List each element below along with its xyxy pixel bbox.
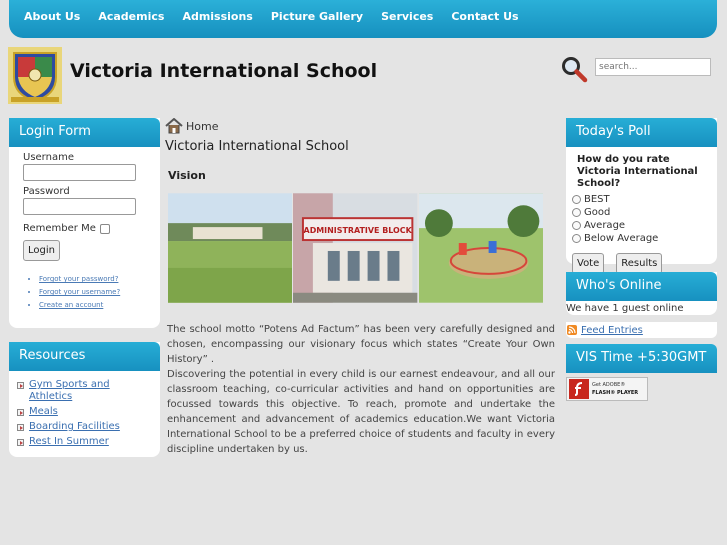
administrative-block-sign: ADMINISTRATIVE BLOCK	[304, 226, 413, 235]
rss-icon	[567, 325, 577, 335]
nav-academics[interactable]: Academics	[89, 0, 173, 33]
feed-entries[interactable]: Feed Entries	[566, 322, 717, 338]
administrative-block-photo: ADMINISTRATIVE BLOCK	[293, 193, 418, 303]
nav-picture-gallery[interactable]: Picture Gallery	[262, 0, 372, 33]
bullet-icon	[17, 409, 24, 416]
resource-link-gym[interactable]: Gym Sports and Athletics	[17, 379, 160, 403]
vision-heading: Vision	[168, 169, 206, 182]
flash-player-badge[interactable]: Get ADOBE® FLASH® PLAYER	[566, 377, 648, 401]
poll-option-average[interactable]: Average	[566, 219, 717, 232]
site-title: Victoria International School	[70, 60, 378, 82]
login-form-heading: Login Form	[9, 118, 160, 147]
home-icon[interactable]	[165, 118, 183, 134]
breadcrumb-home[interactable]: Home	[186, 120, 218, 133]
flash-line-1: Get ADOBE®	[592, 382, 626, 388]
radio-button[interactable]	[572, 221, 581, 230]
poll-option-below-average[interactable]: Below Average	[566, 232, 717, 245]
poll-option-best[interactable]: BEST	[566, 193, 717, 206]
guest-count-text: We have 1 guest online	[566, 303, 684, 314]
nav-contact-us[interactable]: Contact Us	[442, 0, 527, 33]
vision-paragraph-2: Discovering the potential in every child…	[167, 369, 555, 455]
radio-button[interactable]	[572, 195, 581, 204]
password-field[interactable]	[23, 198, 136, 215]
poll-heading: Today's Poll	[566, 118, 717, 147]
bullet-icon	[17, 424, 24, 431]
school-crest-logo[interactable]	[8, 47, 62, 104]
resource-link-summer[interactable]: Rest In Summer	[17, 436, 160, 448]
flash-line-2: FLASH® PLAYER	[592, 390, 639, 396]
username-label: Username	[23, 152, 74, 163]
vis-time-module: VIS Time +5:30GMT Get ADOBE® FLASH® PLAY…	[566, 344, 717, 402]
photo-gallery: ADMINISTRATIVE BLOCK	[168, 193, 544, 303]
top-navigation: About Us Academics Admissions Picture Ga…	[9, 0, 717, 38]
forgot-password-link[interactable]: Forgot your password?	[39, 275, 160, 283]
poll-module: Today's Poll How do you rate Victoria In…	[566, 118, 717, 274]
vision-paragraph-1: The school motto “Potens Ad Factum” has …	[167, 324, 555, 365]
resource-link-meals[interactable]: Meals	[17, 406, 160, 418]
bullet-icon	[17, 439, 24, 446]
playground-photo	[418, 193, 543, 303]
search-input[interactable]	[595, 58, 711, 76]
login-button[interactable]: Login	[23, 240, 60, 261]
feed-entries-link[interactable]: Feed Entries	[581, 325, 643, 336]
flash-icon	[569, 379, 589, 399]
resources-heading: Resources	[9, 342, 160, 371]
resource-link-boarding[interactable]: Boarding Facilities	[17, 421, 160, 433]
nav-admissions[interactable]: Admissions	[173, 0, 261, 33]
vis-time-heading: VIS Time +5:30GMT	[566, 344, 717, 373]
login-form-module: Login Form Username Password Remember Me…	[9, 118, 160, 328]
whos-online-module: Who's Online We have 1 guest online	[566, 272, 717, 315]
nav-about-us[interactable]: About Us	[15, 0, 89, 33]
bullet-icon	[17, 382, 24, 389]
radio-button[interactable]	[572, 234, 581, 243]
page-heading: Victoria International School	[165, 139, 349, 154]
forgot-username-link[interactable]: Forgot your username?	[39, 288, 160, 296]
poll-question: How do you rate Victoria International S…	[577, 154, 698, 189]
username-field[interactable]	[23, 164, 136, 181]
resources-module: Resources Gym Sports and Athletics Meals…	[9, 342, 160, 457]
breadcrumb: Home	[165, 118, 218, 134]
campus-lawn-photo	[168, 193, 293, 303]
create-account-link[interactable]: Create an account	[39, 301, 160, 309]
remember-me-checkbox[interactable]	[99, 223, 110, 234]
password-label: Password	[23, 186, 70, 197]
whos-online-heading: Who's Online	[566, 272, 717, 301]
vision-text: The school motto “Potens Ad Factum” has …	[167, 322, 555, 457]
remember-me-label: Remember Me	[23, 223, 96, 234]
poll-option-good[interactable]: Good	[566, 206, 717, 219]
search-icon[interactable]	[560, 55, 588, 83]
nav-services[interactable]: Services	[372, 0, 442, 33]
results-button[interactable]: Results	[616, 253, 663, 274]
vote-button[interactable]: Vote	[572, 253, 605, 274]
radio-button[interactable]	[572, 208, 581, 217]
